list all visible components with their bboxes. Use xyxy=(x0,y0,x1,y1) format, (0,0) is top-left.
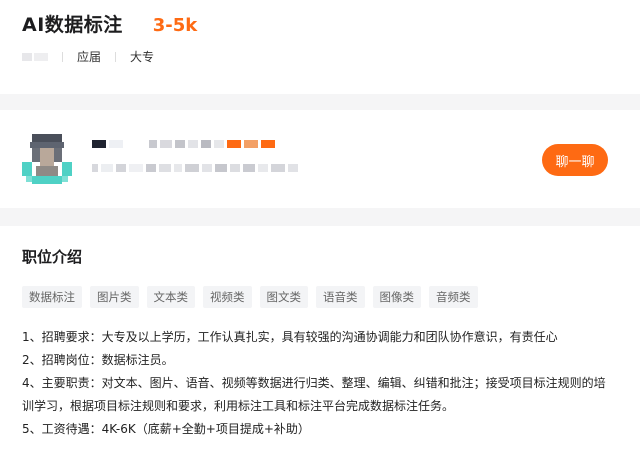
recruiter-name-redacted xyxy=(92,140,275,148)
description-line: 4、主要职责：对文本、图片、语音、视频等数据进行归类、整理、编辑、纠错和批注；接… xyxy=(22,376,606,413)
description-line: 5、工资待遇：4K-6K（底薪+全勤+项目提成+补助） xyxy=(22,422,310,436)
description-line: 2、招聘岗位：数据标注员。 xyxy=(22,353,174,367)
tag: 视频类 xyxy=(203,286,252,308)
meta-divider xyxy=(62,51,63,62)
job-meta-row: 应届 大专 xyxy=(22,48,154,65)
description-line: 1、招聘要求：大专及以上学历，工作认真扎实，具有较强的沟通协调能力和团队协作意识… xyxy=(22,330,558,344)
job-title-row: AI数据标注 3-5k xyxy=(22,10,197,37)
meta-education: 大专 xyxy=(130,50,155,64)
recruiter-card: 聊一聊 xyxy=(0,110,640,208)
tag: 图像类 xyxy=(372,286,421,308)
job-description-text: 1、招聘要求：大专及以上学历，工作认真扎实，具有较强的沟通协调能力和团队协作意识… xyxy=(22,326,612,441)
job-description-card: 职位介绍 数据标注 图片类 文本类 视频类 图文类 语音类 图像类 音频类 1、… xyxy=(0,226,640,460)
redacted-location xyxy=(22,52,48,61)
tag: 数据标注 xyxy=(22,286,82,308)
tag-list: 数据标注 图片类 文本类 视频类 图文类 语音类 图像类 音频类 xyxy=(22,286,478,308)
meta-experience: 应届 xyxy=(77,50,102,64)
tag: 文本类 xyxy=(146,286,195,308)
recruiter-avatar[interactable] xyxy=(22,128,72,194)
recruiter-info-redacted xyxy=(92,164,298,172)
meta-divider xyxy=(115,51,117,62)
section-title: 职位介绍 xyxy=(22,248,83,266)
salary: 3-5k xyxy=(152,15,198,36)
tag: 语音类 xyxy=(316,286,365,308)
tag: 图片类 xyxy=(90,286,139,308)
tag: 音频类 xyxy=(429,286,478,308)
chat-button[interactable]: 聊一聊 xyxy=(542,144,608,176)
job-header-card: AI数据标注 3-5k 应届 大专 xyxy=(0,0,640,94)
tag: 图文类 xyxy=(259,286,308,308)
job-title: AI数据标注 xyxy=(22,14,123,36)
